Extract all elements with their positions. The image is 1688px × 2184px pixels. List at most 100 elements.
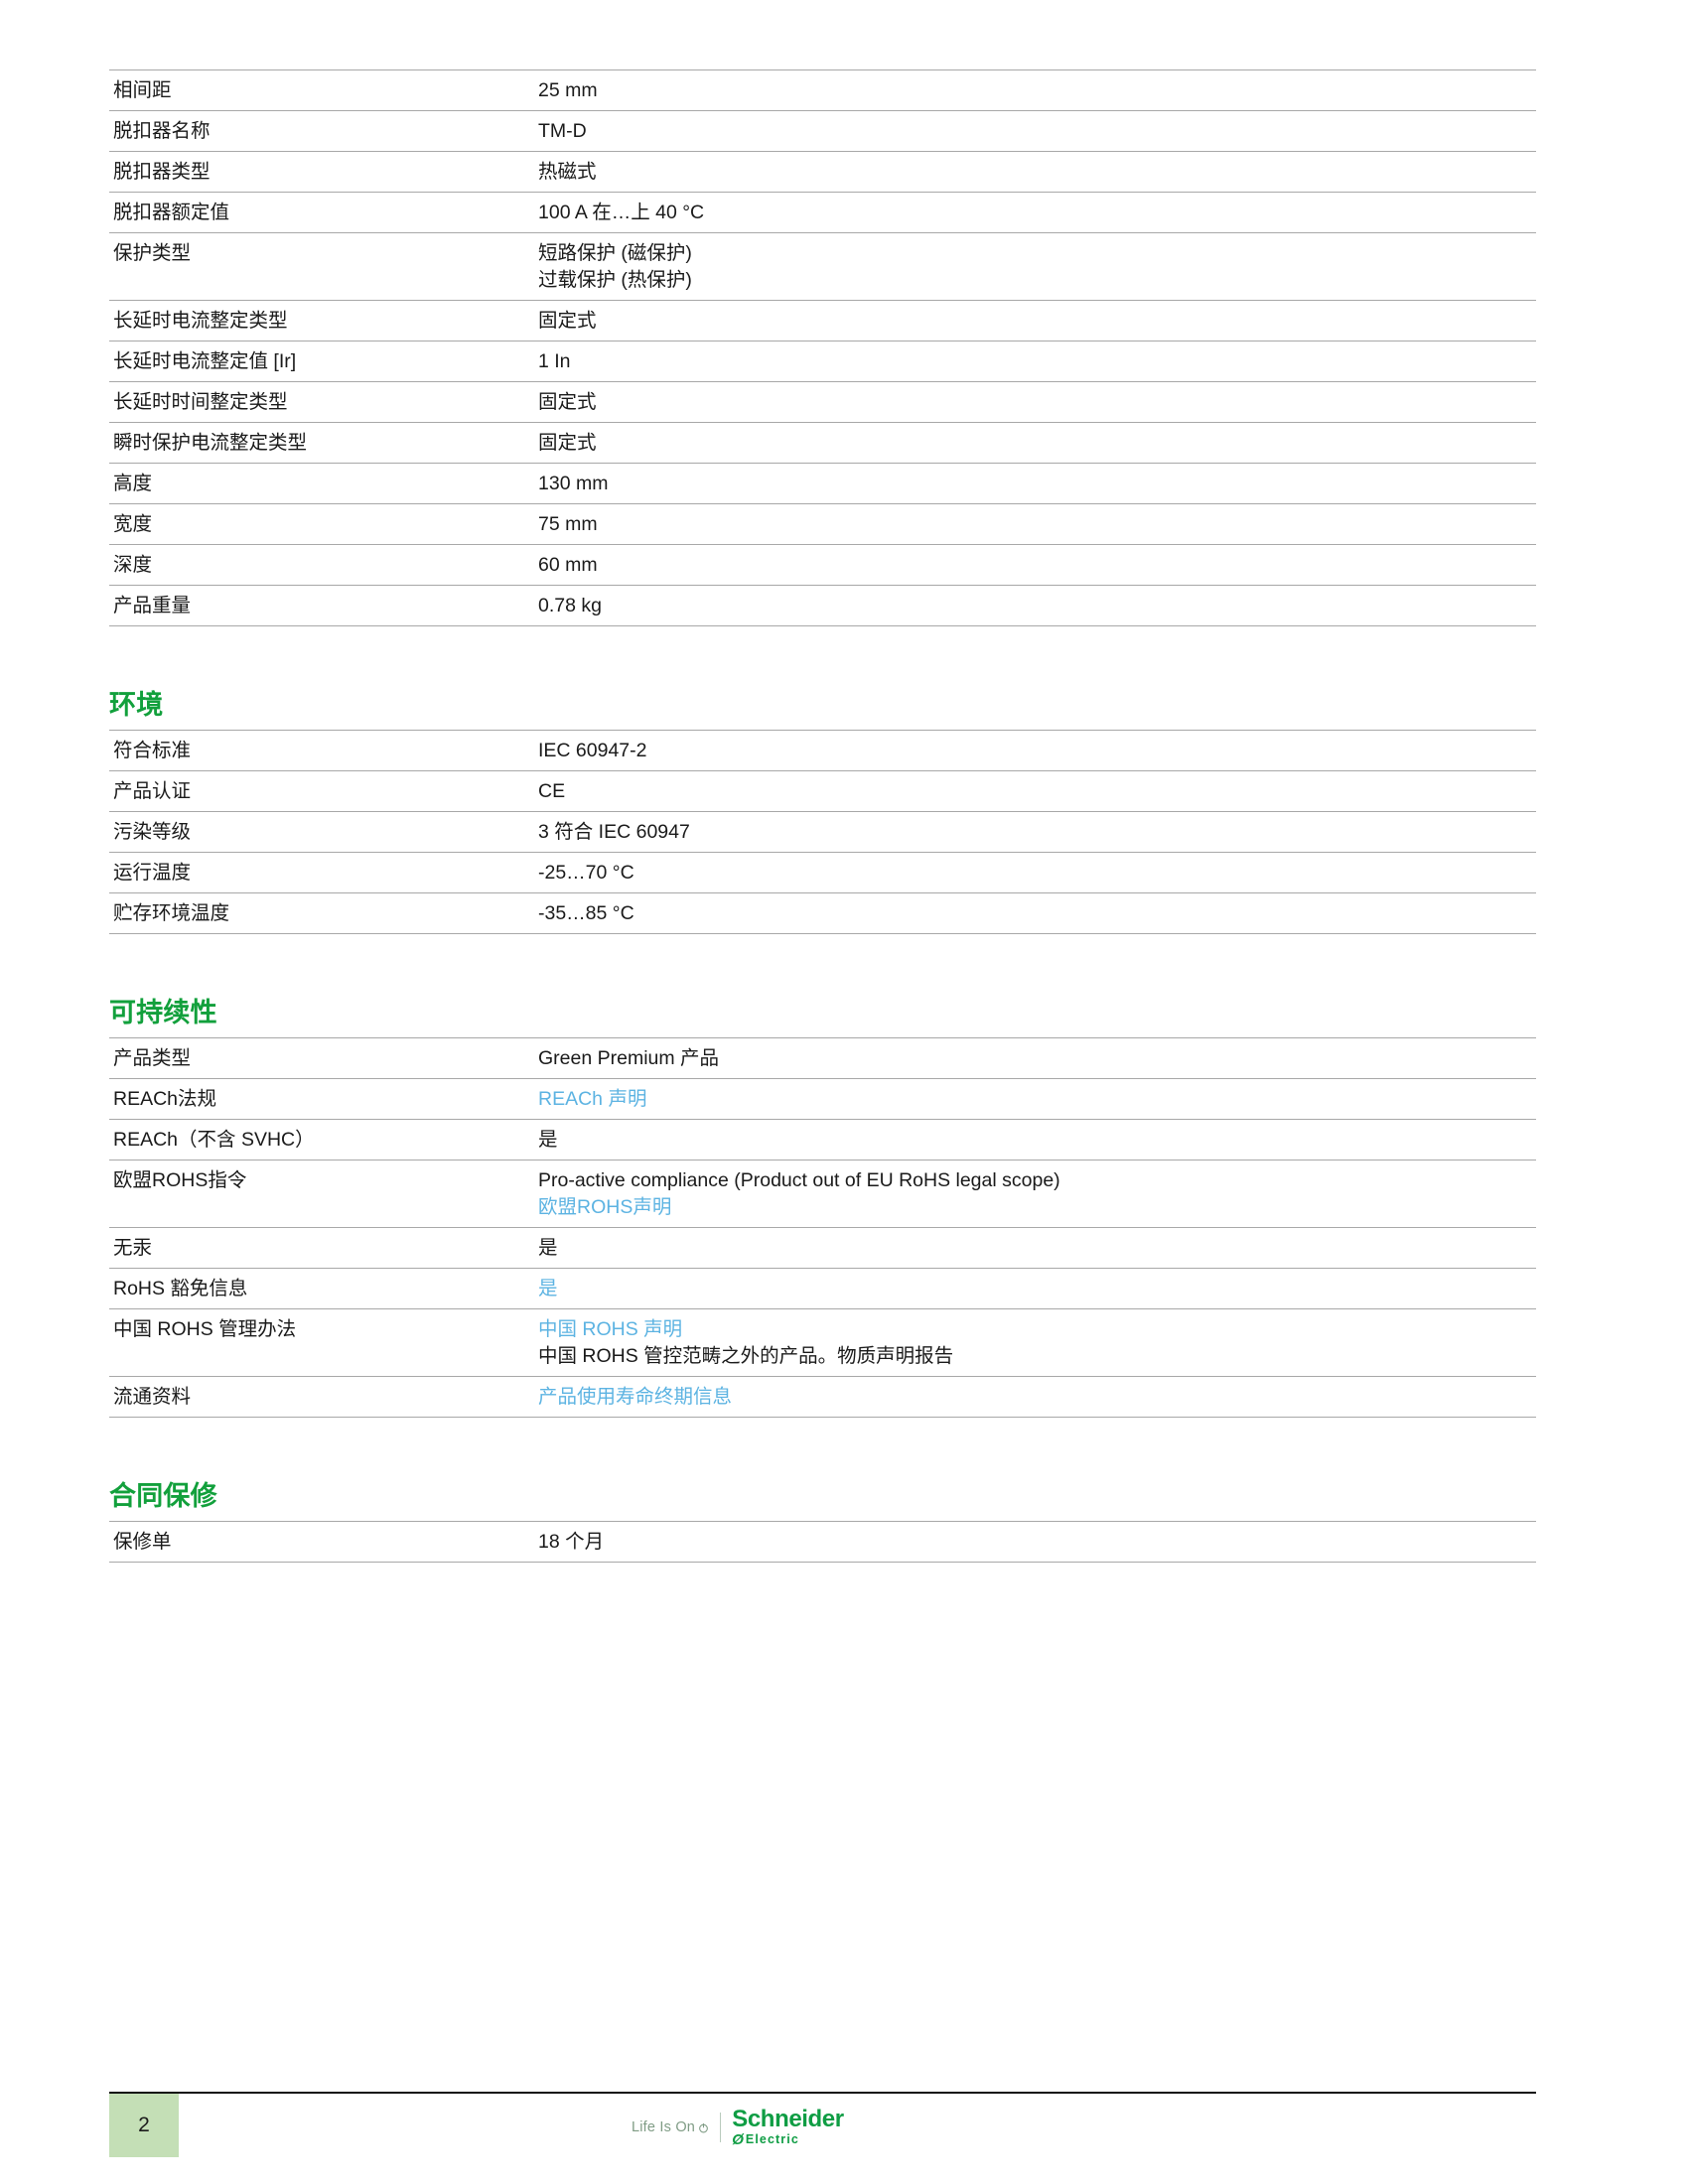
page-number: 2 — [138, 2114, 150, 2137]
spec-value-line: 1 In — [538, 350, 571, 372]
spec-value: 产品使用寿命终期信息 — [536, 1377, 1536, 1418]
table-row: 无汞 是 — [109, 1227, 1536, 1269]
spec-key: 脱扣器额定值 — [113, 202, 230, 223]
table-row: 保护类型 短路保护 (磁保护) 过载保护 (热保护) — [109, 232, 1536, 301]
table-row: 产品类型 Green Premium 产品 — [109, 1037, 1536, 1079]
spec-value-link[interactable]: 是 — [538, 1276, 1536, 1302]
spec-key: REACh（不含 SVHC） — [113, 1129, 315, 1152]
spec-value-line: 过载保护 (热保护) — [538, 269, 692, 291]
table-row: 符合标准 IEC 60947-2 — [109, 730, 1536, 771]
spec-key: 宽度 — [113, 513, 153, 535]
spec-key: 保护类型 — [113, 242, 192, 264]
table-row: 保修单 18 个月 — [109, 1521, 1536, 1563]
spec-value: 固定式 — [536, 301, 1536, 341]
spec-table-contractual-warranty: 保修单 18 个月 — [109, 1521, 1536, 1563]
table-row: 运行温度 -25…70 °C — [109, 852, 1536, 893]
table-row: 长延时电流整定值 [Ir] 1 In — [109, 341, 1536, 382]
spec-key: 产品类型 — [113, 1047, 192, 1070]
table-row: 产品重量 0.78 kg — [109, 585, 1536, 626]
tagline-text: Life Is On — [632, 2119, 696, 2135]
spec-key: 脱扣器类型 — [113, 161, 211, 183]
spec-value-line: 热磁式 — [538, 161, 597, 183]
spec-value-line: 固定式 — [538, 432, 597, 454]
section-contractual-warranty: 合同保修保修单 18 个月 — [109, 1481, 1536, 1563]
schneider-s-icon: Ø — [732, 2131, 744, 2148]
life-is-on-tagline: Life Is On — [632, 2119, 709, 2135]
spec-value-line: 0.78 kg — [538, 595, 602, 616]
spec-value: 60 mm — [536, 545, 1536, 586]
spec-value-line: 130 mm — [538, 473, 609, 494]
table-row: 高度 130 mm — [109, 463, 1536, 504]
page-footer: 2 Life Is On Schneider Ø Electric — [0, 2092, 1688, 2184]
section-environment: 环境 符合标准 IEC 60947-2 产品认证 CE 污染等级 3 符合 IEC 6094… — [109, 690, 1536, 934]
spec-value: Pro-active compliance (Product out of EU… — [536, 1160, 1536, 1228]
spec-value-line: Pro-active compliance (Product out of EU… — [538, 1169, 1060, 1192]
spec-key: 保修单 — [113, 1531, 172, 1554]
spec-value: 是 — [536, 1120, 1536, 1160]
page-content: 相间距 25 mm 脱扣器名称 TM-D 脱扣器类型 热磁式脱扣器额定值 100 A 在…上… — [109, 69, 1536, 1563]
spec-value-line: IEC 60947-2 — [538, 740, 647, 762]
spec-key: 瞬时保护电流整定类型 — [113, 432, 308, 454]
spec-value: -35…85 °C — [536, 893, 1536, 934]
spec-value-link[interactable]: 产品使用寿命终期信息 — [538, 1384, 1536, 1411]
spec-value-line: 固定式 — [538, 310, 597, 332]
spec-value-line: 75 mm — [538, 513, 598, 535]
spec-value-link[interactable]: 中国 ROHS 声明 — [538, 1316, 1536, 1343]
table-row: 脱扣器类型 热磁式 — [109, 151, 1536, 193]
spec-key: REACh法规 — [113, 1088, 217, 1111]
table-row: RoHS 豁免信息 是 — [109, 1268, 1536, 1309]
spec-key: 长延时电流整定值 [Ir] — [113, 350, 297, 372]
table-row: 脱扣器额定值 100 A 在…上 40 °C — [109, 192, 1536, 233]
spec-key: 脱扣器名称 — [113, 120, 211, 142]
table-row: 欧盟ROHS指令 Pro-active compliance (Product o… — [109, 1160, 1536, 1228]
spec-value: 130 mm — [536, 464, 1536, 504]
spec-value: TM-D — [536, 111, 1536, 152]
spec-value-line: -35…85 °C — [538, 902, 634, 925]
section-specifications-continued: 相间距 25 mm 脱扣器名称 TM-D 脱扣器类型 热磁式脱扣器额定值 100 A 在…上… — [109, 69, 1536, 626]
spec-table-specifications-continued: 相间距 25 mm 脱扣器名称 TM-D 脱扣器类型 热磁式脱扣器额定值 100 A 在…上… — [109, 69, 1536, 626]
spec-value: 固定式 — [536, 423, 1536, 464]
spec-value: 短路保护 (磁保护) 过载保护 (热保护) — [536, 233, 1536, 301]
table-row: REACh法规 REACh 声明 — [109, 1078, 1536, 1120]
section-heading-contractual-warranty: 合同保修 — [109, 1481, 217, 1512]
spec-value: 18 个月 — [536, 1522, 1536, 1563]
spec-value: IEC 60947-2 — [536, 731, 1536, 771]
spec-value-line: 固定式 — [538, 391, 597, 413]
spec-value: 固定式 — [536, 382, 1536, 423]
section-sustainability: 可持续性 产品类型 Green Premium 产品 REACh法规 REACh 声明 R… — [109, 998, 1536, 1418]
table-row: 瞬时保护电流整定类型 固定式 — [109, 422, 1536, 464]
footer-divider — [109, 2092, 1536, 2095]
table-row: 宽度 75 mm — [109, 503, 1536, 545]
spec-value-line: 60 mm — [538, 554, 598, 576]
spec-value-line: 25 mm — [538, 79, 598, 101]
spec-value: 3 符合 IEC 60947 — [536, 812, 1536, 853]
spec-value: 热磁式 — [536, 152, 1536, 193]
logo-divider — [720, 2113, 722, 2142]
spec-table-sustainability: 产品类型 Green Premium 产品 REACh法规 REACh 声明 REACh… — [109, 1037, 1536, 1418]
spec-key: 符合标准 — [113, 740, 192, 762]
spec-value: 100 A 在…上 40 °C — [536, 193, 1536, 233]
section-heading-sustainability: 可持续性 — [109, 998, 217, 1028]
spec-value-link[interactable]: REACh 声明 — [538, 1086, 1536, 1113]
spec-key: 产品重量 — [113, 595, 192, 616]
spec-value: REACh 声明 — [536, 1079, 1536, 1120]
table-row: 长延时时间整定类型 固定式 — [109, 381, 1536, 423]
spec-value-line: 是 — [538, 1237, 558, 1260]
schneider-electric-logo: Life Is On Schneider Ø Electric — [632, 2106, 844, 2149]
spec-key: 贮存环境温度 — [113, 902, 230, 925]
table-row: REACh（不含 SVHC） 是 — [109, 1119, 1536, 1160]
spec-value-link[interactable]: 欧盟ROHS声明 — [538, 1194, 1536, 1221]
spec-value: 25 mm — [536, 70, 1536, 111]
spec-key: 高度 — [113, 473, 153, 494]
spec-value-line: 100 A 在…上 40 °C — [538, 202, 705, 223]
spec-key: 污染等级 — [113, 821, 192, 844]
spec-value-line: 短路保护 (磁保护) — [538, 242, 692, 264]
spec-key: 欧盟ROHS指令 — [113, 1169, 247, 1192]
brand-sub-text: Electric — [745, 2132, 799, 2147]
spec-value-line: TM-D — [538, 120, 587, 142]
spec-key: 流通资料 — [113, 1386, 192, 1409]
spec-value: 75 mm — [536, 504, 1536, 545]
spec-key: 相间距 — [113, 79, 172, 101]
